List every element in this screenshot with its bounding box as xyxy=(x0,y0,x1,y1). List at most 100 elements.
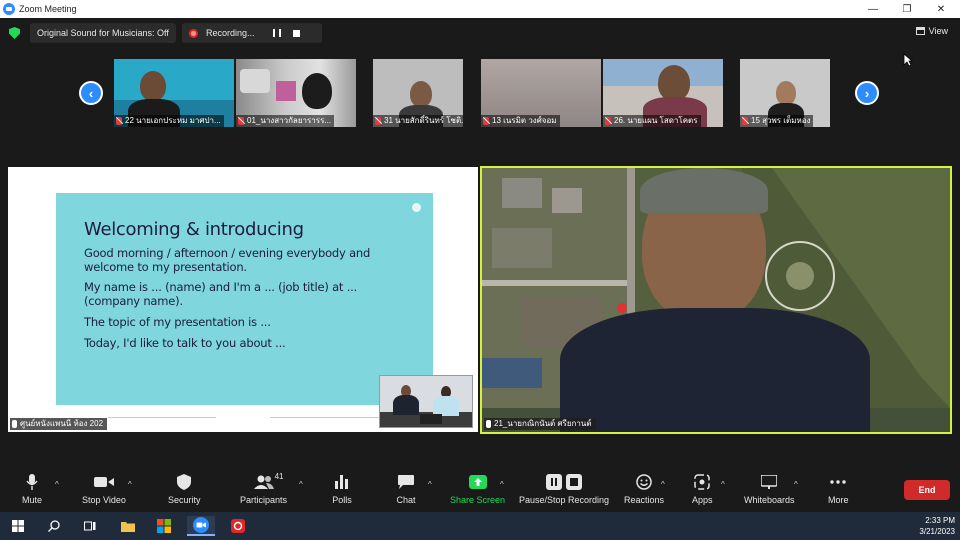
security-button[interactable]: Security xyxy=(168,474,201,505)
search-icon[interactable] xyxy=(40,516,68,536)
participant-tile[interactable]: 26. นายแผน โสดาโคตร xyxy=(603,59,723,127)
mic-muted-icon xyxy=(483,117,489,125)
polls-button[interactable]: Polls xyxy=(332,474,352,505)
file-explorer-icon[interactable] xyxy=(114,516,142,536)
divider xyxy=(270,417,380,418)
participant-face xyxy=(658,65,690,101)
next-page-button[interactable]: › xyxy=(855,81,879,105)
zoom-meeting-window: Zoom Meeting — ❐ ✕ Original Sound for Mu… xyxy=(0,0,960,540)
presenter-body xyxy=(393,395,419,415)
presentation-slide: Welcoming & introducing Good morning / a… xyxy=(56,193,433,405)
share-options-caret[interactable]: ^ xyxy=(500,480,504,489)
participant-name: 31 นายสักดิ์รินทร์ โชติ... xyxy=(373,115,463,127)
recorder-app-icon[interactable] xyxy=(224,516,252,536)
stop-video-button[interactable]: Stop Video xyxy=(82,474,126,505)
participants-icon: 41 xyxy=(253,472,284,490)
speaker-cap xyxy=(640,168,768,214)
view-icon xyxy=(915,27,925,35)
presenter-body xyxy=(433,396,459,416)
info-icon xyxy=(412,203,421,212)
restore-icon[interactable]: ❐ xyxy=(890,0,924,18)
mic-icon xyxy=(486,420,491,428)
view-button[interactable]: View xyxy=(915,26,948,36)
participants-button[interactable]: 41 Participants xyxy=(240,472,288,505)
close-icon[interactable]: ✕ xyxy=(924,0,958,18)
slide-line: Today, I'd like to talk to you about ... xyxy=(84,336,286,350)
mute-button[interactable]: Mute xyxy=(22,474,42,505)
store-app-icon[interactable] xyxy=(150,516,178,536)
clock-time: 2:33 PM xyxy=(925,516,955,525)
security-shield-icon[interactable] xyxy=(9,27,20,39)
presenter-name-tag: ศูนย์หนังแพนนี ห้อง 202 xyxy=(10,418,108,430)
share-screen-label: Share Screen xyxy=(450,495,506,505)
laptop xyxy=(420,414,442,424)
whiteboard-icon xyxy=(759,474,779,490)
mic-muted-icon xyxy=(116,117,122,125)
participant-face xyxy=(776,81,796,105)
participant-tile[interactable]: 13 เนรมิต วงศ์จอม xyxy=(481,59,601,127)
participant-hair xyxy=(302,73,332,109)
zoom-taskbar-icon[interactable] xyxy=(187,516,215,536)
slide-line: Good morning / afternoon / evening every… xyxy=(84,246,371,274)
chat-button[interactable]: Chat xyxy=(396,474,416,505)
mouse-cursor-icon xyxy=(903,53,913,67)
participant-tile[interactable]: 22 นายเอกประหม มาศปา... xyxy=(114,59,234,127)
apps-icon xyxy=(692,474,712,490)
mic-muted-icon xyxy=(238,117,244,125)
audio-options-caret[interactable]: ^ xyxy=(55,480,59,489)
active-speaker-video[interactable]: 21_นายกณิกนันต์ ศรียกานต์ xyxy=(480,166,952,434)
system-clock[interactable]: 2:33 PM 3/21/2023 xyxy=(919,515,955,537)
original-sound-label: Original Sound for Musicians: Off xyxy=(37,28,169,38)
security-shield-icon xyxy=(174,474,194,490)
reactions-options-caret[interactable]: ^ xyxy=(661,480,665,489)
slide-line: My name is ... (name) and I'm a ... (job… xyxy=(84,280,358,308)
divider xyxy=(108,417,216,418)
minimize-icon[interactable]: — xyxy=(856,0,890,18)
stop-recording-icon[interactable] xyxy=(292,29,300,37)
recording-label: Recording... xyxy=(206,28,255,38)
participant-tile[interactable]: 15 สุวพร เต็มหอง xyxy=(740,59,830,127)
more-dots-icon xyxy=(828,474,848,490)
reactions-button[interactable]: Reactions xyxy=(624,474,664,505)
pause-recording-icon[interactable] xyxy=(272,29,281,37)
video-camera-icon xyxy=(93,474,114,490)
share-screen-button[interactable]: Share Screen xyxy=(450,474,505,505)
title-bar: Zoom Meeting — ❐ ✕ xyxy=(0,0,960,18)
pause-stop-recording-button[interactable]: Pause/Stop Recording xyxy=(519,474,609,505)
background-object xyxy=(276,81,296,101)
pause-stop-recording-label: Pause/Stop Recording xyxy=(519,495,610,505)
participants-label: Participants xyxy=(240,495,288,505)
end-meeting-button[interactable]: End xyxy=(904,480,950,500)
windows-taskbar: 2:33 PM 3/21/2023 xyxy=(0,512,960,540)
chat-icon xyxy=(396,474,416,490)
windows-start-icon[interactable] xyxy=(4,516,32,536)
more-button[interactable]: More xyxy=(828,474,849,505)
original-sound-button[interactable]: Original Sound for Musicians: Off xyxy=(30,23,176,43)
participant-face xyxy=(140,71,166,101)
microphone-icon xyxy=(22,474,42,490)
share-screen-icon xyxy=(468,474,488,490)
reactions-label: Reactions xyxy=(624,495,665,505)
whiteboards-button[interactable]: Whiteboards xyxy=(744,474,795,505)
apps-button[interactable]: Apps xyxy=(692,474,713,505)
participant-name: 15 สุวพร เต็มหอง xyxy=(740,115,814,127)
zoom-logo-icon xyxy=(3,3,15,15)
previous-page-button[interactable]: ‹ xyxy=(79,81,103,105)
clock-date: 3/21/2023 xyxy=(919,527,955,536)
mic-muted-icon xyxy=(605,117,611,125)
polls-icon xyxy=(332,474,352,490)
participant-name: 13 เนรมิต วงศ์จอม xyxy=(481,115,560,127)
participant-tile[interactable]: 01_นางสาวกัลยารารร... xyxy=(236,59,356,127)
participants-options-caret[interactable]: ^ xyxy=(299,480,303,489)
participants-count: 41 xyxy=(274,472,284,481)
apps-options-caret[interactable]: ^ xyxy=(721,480,725,489)
pause-stop-icon xyxy=(544,474,584,490)
mic-icon xyxy=(12,420,17,428)
participant-face xyxy=(410,81,432,107)
speaker-name-tag: 21_นายกณิกนันต์ ศรียกานต์ xyxy=(484,418,596,430)
whiteboards-options-caret[interactable]: ^ xyxy=(794,480,798,489)
participant-tile[interactable]: 31 นายสักดิ์รินทร์ โชติ... xyxy=(373,59,463,127)
task-view-icon[interactable] xyxy=(76,516,104,536)
chat-options-caret[interactable]: ^ xyxy=(428,480,432,489)
video-options-caret[interactable]: ^ xyxy=(128,480,132,489)
